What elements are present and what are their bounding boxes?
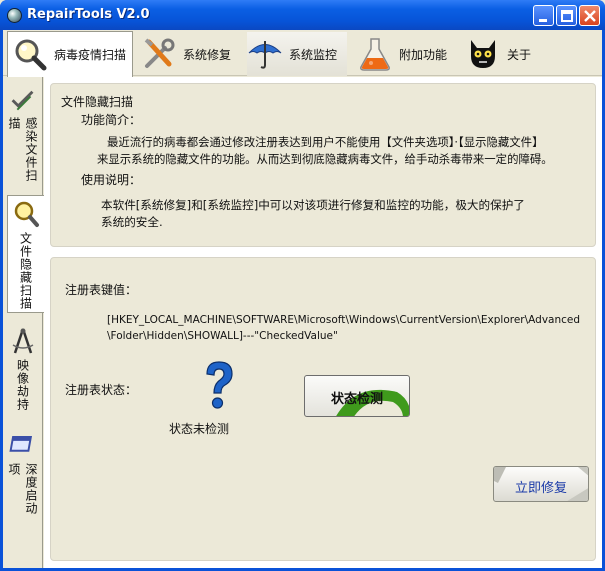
magnifier-icon: [15, 39, 47, 70]
app-icon: [7, 8, 22, 23]
lefttab-label: 深度启动项: [7, 462, 38, 515]
registry-panel: 注册表键值： [HKEY_LOCAL_MACHINE\SOFTWARE\Micr…: [50, 257, 596, 561]
lefttab-label: 感染文件扫描: [7, 117, 38, 183]
usage-text-line2: 系统的安全.: [101, 215, 163, 229]
tools-icon: [144, 38, 175, 68]
usage-label: 使用说明：: [81, 173, 142, 187]
lefttab-label: 映像劫持: [15, 359, 30, 411]
check-status-button[interactable]: 状态检测: [304, 375, 410, 417]
lefttab-image-hijack[interactable]: 映像劫持: [5, 323, 41, 423]
tab-label: 病毒疫情扫描: [54, 48, 127, 62]
info-panel: 文件隐藏扫描 功能简介： 最近流行的病毒都会通过修改注册表达到用户不能使用【文件…: [50, 83, 596, 247]
intro-label: 功能简介：: [81, 113, 142, 127]
fix-button-label: 立即修复: [514, 481, 567, 496]
lefttab-infected-file-scan[interactable]: 感染文件扫描: [5, 83, 41, 191]
maximize-icon: [561, 10, 573, 22]
flask-icon: [360, 38, 390, 71]
registry-key-line1: [HKEY_LOCAL_MACHINE\SOFTWARE\Microsoft\W…: [107, 314, 581, 326]
tab-label: 系统修复: [183, 47, 232, 62]
lefttab-deep-startup[interactable]: 深度启动项: [5, 427, 41, 527]
section-heading: 文件隐藏扫描: [61, 95, 134, 109]
window-title: RepairTools V2.0: [27, 7, 150, 22]
question-mark-icon: [206, 361, 233, 409]
lefttab-hidden-file-scan[interactable]: 文件隐藏扫描: [7, 195, 44, 313]
tab-about[interactable]: 关于: [465, 32, 555, 76]
fix-now-button[interactable]: 立即修复: [493, 466, 589, 502]
umbrella-icon: [248, 41, 282, 69]
registry-key-label: 注册表键值：: [65, 283, 138, 297]
client-area: 病毒疫情扫描 系统修复 系统监控 附加功能 关于 感染文件扫描 文件隐藏扫描 映…: [3, 30, 602, 568]
black-cat-icon: [471, 40, 495, 68]
left-tab-bar: 感染文件扫描 文件隐藏扫描 映像劫持 深度启动项: [3, 77, 44, 568]
registry-status-value: 状态未检测: [169, 422, 230, 436]
registry-key-line2: \Folder\Hidden\SHOWALL]---"CheckedValue": [107, 330, 338, 342]
tab-label: 附加功能: [399, 47, 448, 62]
magnifier-icon: [14, 201, 39, 227]
intro-text-line2: 来显示系统的隐藏文件的功能。从而达到彻底隐藏病毒文件，给手动杀毒带来一定的障碍。: [97, 152, 553, 166]
tab-virus-scan[interactable]: 病毒疫情扫描: [7, 31, 133, 77]
lefttab-label: 文件隐藏扫描: [18, 232, 33, 310]
title-bar[interactable]: RepairTools V2.0: [0, 0, 605, 30]
maximize-button[interactable]: [556, 5, 577, 26]
close-button[interactable]: [579, 5, 600, 26]
checklist-icon: [11, 90, 34, 111]
tab-system-repair[interactable]: 系统修复: [141, 32, 241, 76]
tab-label: 关于: [507, 47, 532, 62]
close-icon: [584, 10, 596, 22]
minimize-icon: [539, 19, 547, 22]
compass-icon: [12, 328, 34, 354]
minimize-button[interactable]: [533, 5, 554, 26]
content-area: 文件隐藏扫描 功能简介： 最近流行的病毒都会通过修改注册表达到用户不能使用【文件…: [44, 77, 602, 568]
top-tab-bar: 病毒疫情扫描 系统修复 系统监控 附加功能 关于: [3, 30, 602, 77]
tab-label: 系统监控: [289, 47, 338, 62]
tab-system-monitor[interactable]: 系统监控: [247, 32, 347, 76]
check-button-label: 状态检测: [330, 392, 383, 407]
intro-text-line1: 最近流行的病毒都会通过修改注册表达到用户不能使用【文件夹选项】·【显示隐藏文件】: [107, 135, 544, 149]
app-window: RepairTools V2.0 病毒疫情扫描 系统修复 系统监控 附加功能 关…: [0, 0, 605, 571]
registry-status-label: 注册表状态：: [65, 383, 138, 397]
tab-addons[interactable]: 附加功能: [357, 32, 457, 76]
window-icon: [9, 435, 33, 452]
usage-text-line1: 本软件[系统修复]和[系统监控]中可以对该项进行修复和监控的功能，极大的保护了: [101, 198, 525, 212]
